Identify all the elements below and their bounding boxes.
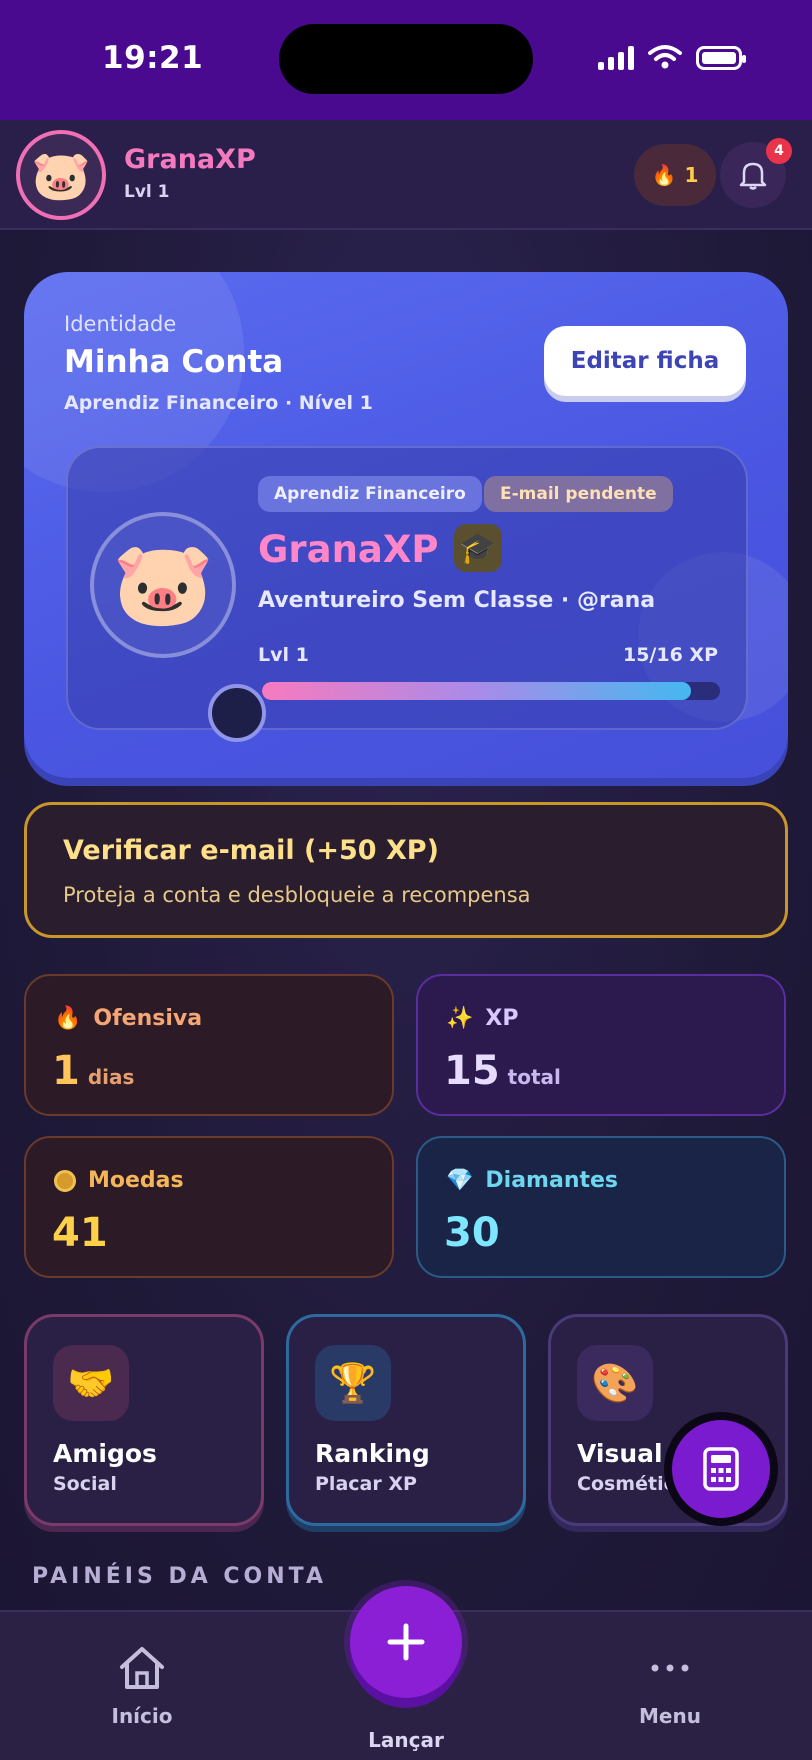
nav-menu[interactable]: Menu <box>600 1642 740 1728</box>
streak-count: 1 <box>684 163 699 187</box>
status-icons <box>598 44 746 70</box>
flame-icon: 🔥 <box>54 1006 82 1031</box>
character-class: Aventureiro Sem Classe · @rana <box>258 588 656 613</box>
calculator-button[interactable] <box>664 1412 778 1526</box>
stat-label: Diamantes <box>485 1168 619 1193</box>
shortcut-subtitle: Placar XP <box>315 1473 417 1495</box>
bell-icon <box>739 162 767 190</box>
status-time: 19:21 <box>102 40 204 76</box>
avatar[interactable]: 🐷 <box>16 130 106 220</box>
notification-badge: 4 <box>766 138 792 164</box>
shortcut-subtitle: Cosmétic <box>577 1473 675 1495</box>
character-avatar: 🐷 <box>90 512 236 658</box>
streak-button[interactable]: 🔥 1 <box>634 144 716 206</box>
stat-coins[interactable]: Moedas 41 <box>24 1136 394 1278</box>
card-subtitle: Aprendiz Financeiro · Nível 1 <box>64 392 373 414</box>
stat-value: 41 <box>52 1210 108 1256</box>
edit-profile-button[interactable]: Editar ficha <box>544 326 746 396</box>
stat-xp[interactable]: ✨ XP 15 total <box>416 974 786 1116</box>
stat-label: Moedas <box>88 1168 184 1193</box>
shortcut-friends[interactable]: 🤝 Amigos Social <box>24 1314 264 1526</box>
character-level: Lvl 1 <box>258 644 309 666</box>
plus-icon <box>387 1623 425 1661</box>
xp-progress-fill <box>262 682 692 700</box>
header-level: Lvl 1 <box>124 182 170 202</box>
app-name: GranaXP <box>124 144 256 175</box>
card-handle[interactable] <box>208 684 266 742</box>
nav-home[interactable]: Início <box>72 1642 212 1728</box>
verify-subtitle: Proteja a conta e desbloqueie a recompen… <box>63 883 531 907</box>
stat-diamonds[interactable]: 💎 Diamantes 30 <box>416 1136 786 1278</box>
shortcut-title: Visual <box>577 1439 663 1468</box>
battery-icon <box>696 46 746 70</box>
notifications-button[interactable]: 4 <box>720 138 792 208</box>
app-header: 🐷 GranaXP Lvl 1 🔥 1 4 <box>0 120 812 230</box>
signal-icon <box>598 46 634 70</box>
stat-unit: total <box>507 1065 561 1089</box>
trophy-icon: 🏆 <box>315 1345 391 1421</box>
class-tag: Aprendiz Financeiro <box>258 476 482 512</box>
character-card: 🐷 Aprendiz Financeiro E-mail pendente Gr… <box>66 446 748 730</box>
stat-value: 30 <box>444 1210 500 1256</box>
wifi-icon <box>648 45 682 69</box>
shortcut-title: Ranking <box>315 1439 430 1468</box>
card-title: Minha Conta <box>64 344 284 380</box>
section-title: PAINÉIS DA CONTA <box>32 1564 327 1589</box>
apprentice-badge-icon: 🎓 <box>454 524 502 572</box>
stat-unit: dias <box>87 1065 135 1089</box>
palette-icon: 🎨 <box>577 1345 653 1421</box>
flame-icon: 🔥 <box>651 163 677 187</box>
nav-menu-label: Menu <box>639 1704 701 1728</box>
xp-progress-bar <box>262 682 720 700</box>
stat-value: 1 <box>52 1048 80 1094</box>
verify-email-banner[interactable]: Verificar e-mail (+50 XP) Proteja a cont… <box>24 802 788 938</box>
home-icon <box>120 1647 164 1689</box>
character-name: GranaXP <box>258 528 439 571</box>
shortcut-subtitle: Social <box>53 1473 117 1495</box>
email-status-tag: E-mail pendente <box>484 476 673 512</box>
add-entry-button[interactable] <box>350 1586 462 1698</box>
sparkles-icon: ✨ <box>446 1006 474 1031</box>
verify-title: Verificar e-mail (+50 XP) <box>63 835 439 866</box>
profile-card: Identidade Minha Conta Aprendiz Financei… <box>24 272 788 778</box>
dynamic-island <box>279 24 533 94</box>
card-kicker: Identidade <box>64 312 177 336</box>
stat-value: 15 <box>444 1048 500 1094</box>
more-icon <box>651 1664 689 1672</box>
shortcut-title: Amigos <box>53 1439 157 1468</box>
shortcut-ranking[interactable]: 🏆 Ranking Placar XP <box>286 1314 526 1526</box>
status-bar: 19:21 <box>0 0 812 120</box>
handshake-icon: 🤝 <box>53 1345 129 1421</box>
stat-label: XP <box>485 1006 519 1031</box>
nav-home-label: Início <box>111 1704 173 1728</box>
xp-counter: 15/16 XP <box>622 644 718 666</box>
stat-streak[interactable]: 🔥 Ofensiva 1 dias <box>24 974 394 1116</box>
gem-icon: 💎 <box>446 1168 474 1193</box>
coin-icon <box>54 1169 76 1192</box>
stat-label: Ofensiva <box>93 1006 203 1031</box>
calculator-icon <box>703 1447 739 1491</box>
nav-add-label: Lançar <box>368 1728 444 1752</box>
